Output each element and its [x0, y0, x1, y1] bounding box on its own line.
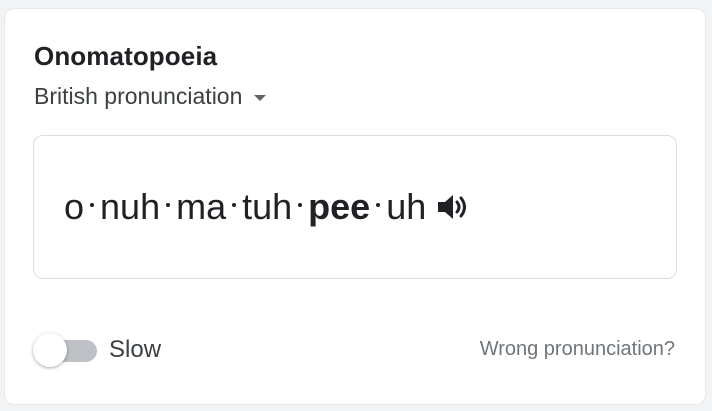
syllable: tuh: [242, 186, 293, 227]
syllable-separator-dot: [376, 203, 381, 207]
phonetic-box: o nuh ma tuh pee uh: [33, 135, 677, 279]
pronunciation-card: Onomatopoeia British pronunciation o nuh…: [4, 8, 706, 405]
toggle-knob: [33, 333, 67, 367]
stressed-syllable: pee: [308, 186, 371, 227]
slow-label: Slow: [109, 336, 162, 363]
speaker-icon[interactable]: [436, 192, 470, 222]
pronunciation-dropdown[interactable]: British pronunciation: [34, 83, 267, 110]
syllable: uh: [386, 186, 427, 227]
syllable: ma: [176, 186, 227, 227]
syllable-separator-dot: [232, 203, 237, 207]
pronunciation-dropdown-label: British pronunciation: [34, 83, 243, 109]
syllable-separator-dot: [166, 203, 171, 207]
syllable: nuh: [100, 186, 161, 227]
phonetic-spelling: o nuh ma tuh pee uh: [64, 186, 470, 228]
syllable-separator-dot: [90, 203, 95, 207]
slow-toggle[interactable]: [33, 333, 99, 367]
syllable-separator-dot: [298, 203, 303, 207]
word-title: Onomatopoeia: [34, 41, 218, 71]
wrong-pronunciation-link[interactable]: Wrong pronunciation?: [480, 338, 675, 361]
caret-down-icon: [254, 94, 267, 101]
syllable: o: [64, 186, 85, 227]
